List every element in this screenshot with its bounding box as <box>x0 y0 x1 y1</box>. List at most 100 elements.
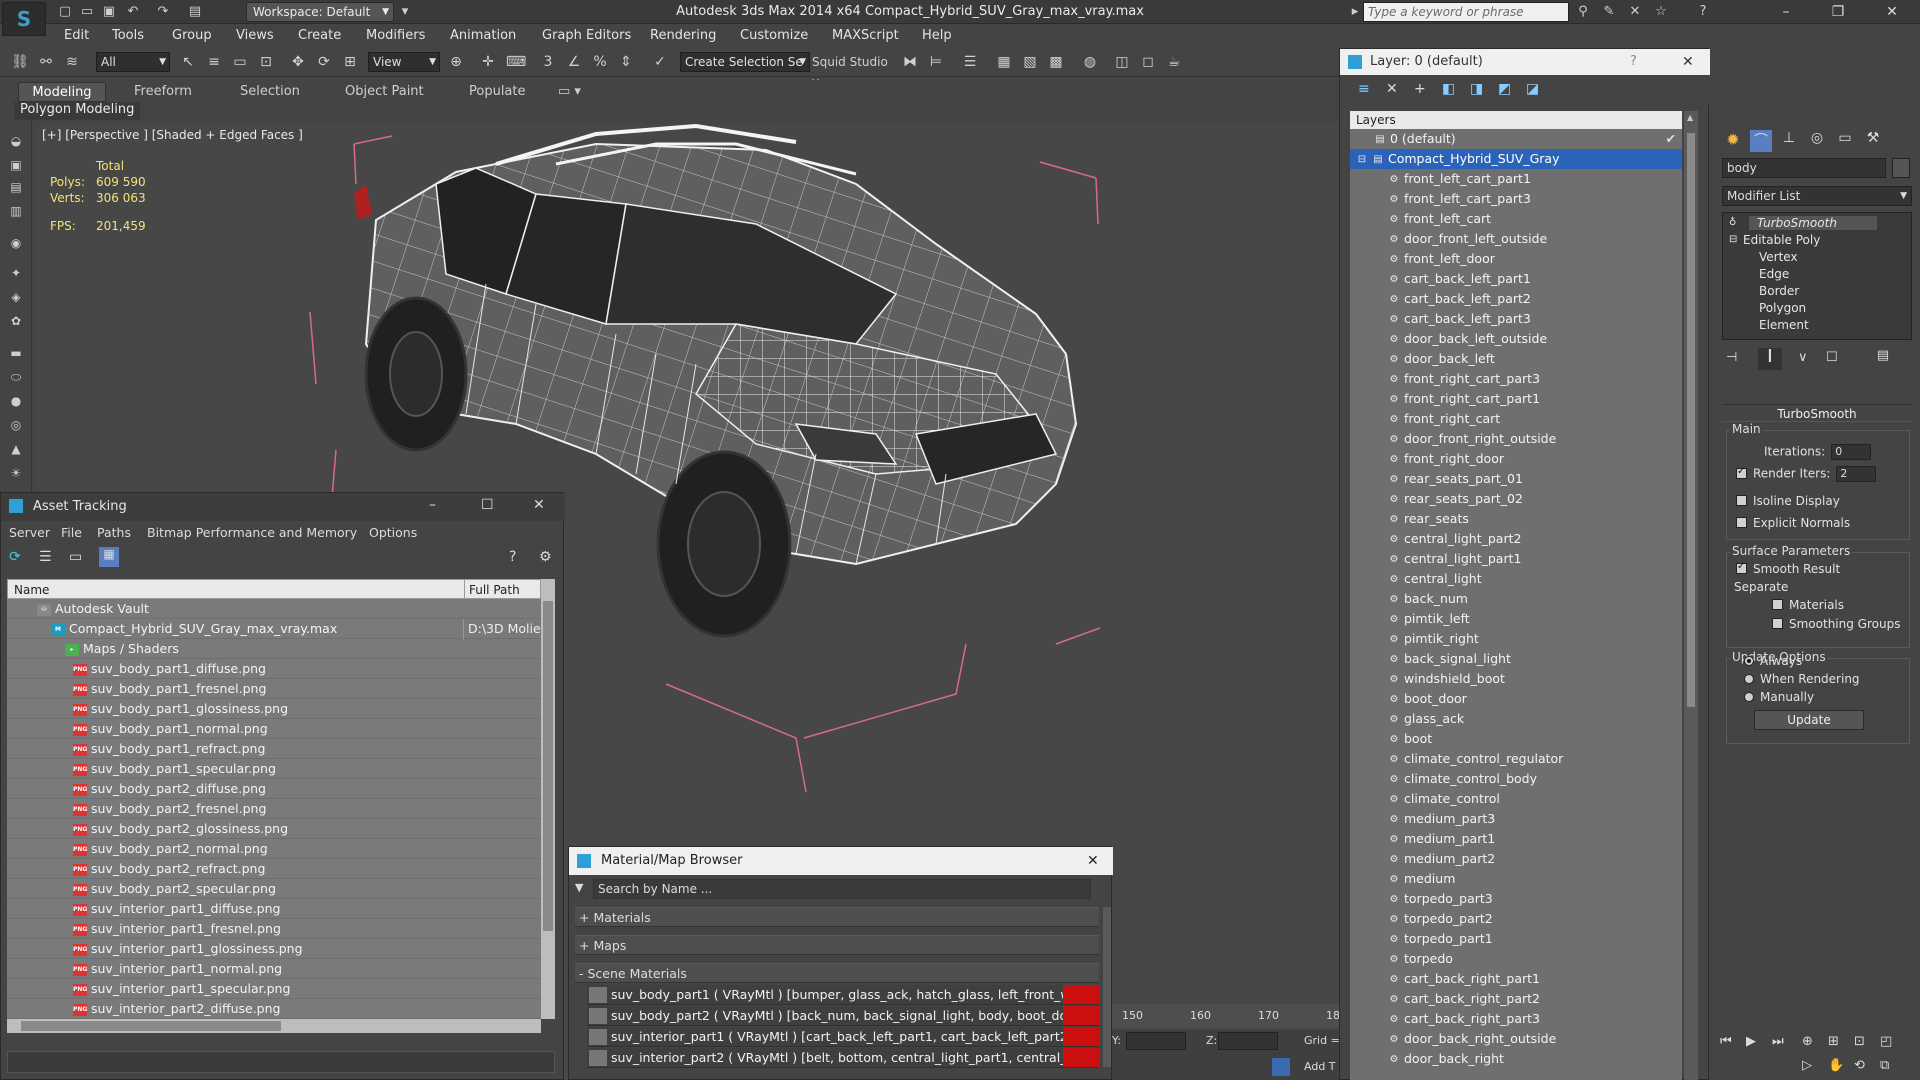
hierarchy-tab-icon[interactable]: ⊥ <box>1778 130 1800 152</box>
unlink-icon[interactable]: ⚯ <box>36 52 56 72</box>
asset-map-row[interactable]: PNG suv_body_part2_normal.png <box>7 839 541 859</box>
mb-options-icon[interactable]: ▼ <box>575 881 583 894</box>
layer-object-row[interactable]: ⚙ torpedo_part1 <box>1350 929 1682 949</box>
layer-scrollbar[interactable]: ▲ <box>1684 111 1698 1080</box>
scene-material-item[interactable]: suv_interior_part2 ( VRayMtl ) [belt, bo… <box>587 1048 1099 1068</box>
menu-modifiers[interactable]: Modifiers <box>366 28 425 43</box>
zoom-extents-icon[interactable]: ⊡ <box>1854 1034 1865 1049</box>
menu-rendering[interactable]: Rendering <box>650 28 716 43</box>
asset-map-row[interactable]: PNG suv_interior_part1_diffuse.png <box>7 899 541 919</box>
rect-selection-icon[interactable]: ▭ <box>230 52 250 72</box>
tool-icon-4[interactable]: ▥ <box>6 204 26 222</box>
layer-object-row[interactable]: ⚙ front_right_cart_part1 <box>1350 389 1682 409</box>
materials-checkbox[interactable] <box>1772 599 1783 610</box>
scene-material-item[interactable]: suv_body_part1 ( VRayMtl ) [bumper, glas… <box>587 985 1099 1005</box>
update-button[interactable]: Update <box>1754 710 1864 730</box>
render-iters-checkbox[interactable] <box>1736 466 1747 479</box>
asset-menu-paths[interactable]: Paths <box>97 525 131 540</box>
tool-icon-8[interactable]: ✿ <box>6 314 26 332</box>
menu-views[interactable]: Views <box>236 28 274 43</box>
asset-scroll-thumb[interactable] <box>543 601 553 931</box>
time-ruler[interactable]: 150 160 170 18 <box>1112 1004 1340 1028</box>
add-time-tag-label[interactable]: Add T <box>1304 1060 1336 1073</box>
layer-object-row[interactable]: ⚙ boot_door <box>1350 689 1682 709</box>
layer-object-row[interactable]: ⚙ rear_seats <box>1350 509 1682 529</box>
layer-object-row[interactable]: ⚙ boot <box>1350 729 1682 749</box>
list-view-icon[interactable]: ☰ <box>39 549 52 565</box>
asset-col-path[interactable]: Full Path <box>464 580 542 600</box>
add-to-layer-icon[interactable]: + <box>1414 81 1426 97</box>
layer-scroll-thumb[interactable] <box>1687 133 1695 707</box>
menu-help[interactable]: Help <box>922 28 952 43</box>
select-object-icon[interactable]: ↖ <box>178 52 198 72</box>
select-by-name-icon[interactable]: ≡ <box>204 52 224 72</box>
layers-column-header[interactable]: Layers <box>1350 111 1682 129</box>
menu-create[interactable]: Create <box>298 28 341 43</box>
layer-object-row[interactable]: ⚙ door_front_right_outside <box>1350 429 1682 449</box>
select-manipulate-icon[interactable]: ✛ <box>478 52 498 72</box>
undo-icon[interactable]: ↶ <box>124 3 142 21</box>
layer-object-row[interactable]: ⚙ door_back_right <box>1350 1049 1682 1069</box>
layer-object-row[interactable]: ⚙ cart_back_left_part3 <box>1350 309 1682 329</box>
smoothing-groups-row[interactable]: Smoothing Groups <box>1772 617 1900 631</box>
stack-edge[interactable]: Edge <box>1759 267 1789 281</box>
ribbon-options-icon[interactable]: ▭ ▾ <box>558 82 581 102</box>
minimize-button[interactable]: – <box>1768 2 1804 22</box>
show-end-result-icon[interactable]: ❙ <box>1758 348 1782 370</box>
delete-layer-icon[interactable]: ✕ <box>1386 81 1398 97</box>
layer-object-row[interactable]: ⚙ climate_control_body <box>1350 769 1682 789</box>
asset-map-row[interactable]: PNG suv_interior_part1_normal.png <box>7 959 541 979</box>
mb-scrollbar[interactable] <box>1103 907 1111 1067</box>
squid-studio-label[interactable]: Squid Studio v <box>812 52 892 89</box>
stack-border[interactable]: Border <box>1759 284 1799 298</box>
create-tab-icon[interactable]: ✹ <box>1722 130 1744 152</box>
material-editor-icon[interactable]: ◍ <box>1080 52 1100 72</box>
asset-map-row[interactable]: PNG suv_interior_part1_glossiness.png <box>7 939 541 959</box>
layer-object-row[interactable]: ⚙ torpedo_part3 <box>1350 889 1682 909</box>
angle-snap-icon[interactable]: ∠ <box>564 52 584 72</box>
binoculars-icon[interactable]: ⚲ <box>1574 3 1592 21</box>
asset-hscroll-thumb[interactable] <box>21 1021 281 1031</box>
stack-polygon[interactable]: Polygon <box>1759 301 1806 315</box>
materials-row[interactable]: Materials <box>1772 598 1844 612</box>
help-icon[interactable]: ? <box>1694 3 1712 21</box>
highlight-layer-icon[interactable]: ◨ <box>1470 81 1483 97</box>
cylinder-icon[interactable]: ⬭ <box>6 370 26 388</box>
when-rendering-radio[interactable] <box>1744 673 1754 684</box>
object-name-input[interactable]: body <box>1722 158 1886 178</box>
object-color-swatch[interactable] <box>1892 158 1910 178</box>
stack-editable-poly[interactable]: Editable Poly <box>1743 233 1820 247</box>
make-unique-icon[interactable]: ∨ <box>1798 350 1808 365</box>
menu-animation[interactable]: Animation <box>450 28 516 43</box>
communication-icon[interactable]: ✎ <box>1600 3 1618 21</box>
menu-maxscript[interactable]: MAXScript <box>832 28 899 43</box>
layer-object-row[interactable]: ⚙ cart_back_right_part3 <box>1350 1009 1682 1029</box>
asset-menu-server[interactable]: Server <box>9 525 50 540</box>
asset-map-row[interactable]: PNG suv_body_part1_fresnel.png <box>7 679 541 699</box>
material-search-input[interactable]: Search by Name ... <box>593 879 1091 899</box>
add-time-tag-icon[interactable] <box>1272 1058 1290 1076</box>
pin-stack-icon[interactable]: ⊣ <box>1726 350 1737 365</box>
layer-object-row[interactable]: ⚙ back_num <box>1350 589 1682 609</box>
keyboard-shortcut-icon[interactable]: ⌨ <box>506 52 526 72</box>
layer-object-row[interactable]: ⚙ central_light_part2 <box>1350 529 1682 549</box>
smoothing-groups-checkbox[interactable] <box>1772 618 1783 629</box>
layer-object-row[interactable]: ⚙ front_left_cart <box>1350 209 1682 229</box>
z-coord-input[interactable] <box>1218 1032 1278 1050</box>
favorites-star-icon[interactable]: ☆ <box>1652 3 1670 21</box>
light-bulb-icon[interactable]: ♁ <box>1729 217 1736 228</box>
asset-minimize-button[interactable]: – <box>429 497 436 513</box>
asset-map-row[interactable]: PNG suv_body_part1_refract.png <box>7 739 541 759</box>
utilities-tab-icon[interactable]: ⚒ <box>1862 130 1884 152</box>
layer-object-row[interactable]: ⚙ front_right_cart <box>1350 409 1682 429</box>
asset-menu-file[interactable]: File <box>61 525 82 540</box>
menu-group[interactable]: Group <box>172 28 212 43</box>
layer-manager-icon[interactable]: ☰ <box>960 52 980 72</box>
create-layer-icon[interactable]: ≡ <box>1358 81 1370 97</box>
iterations-spinner[interactable]: 0 <box>1831 444 1872 460</box>
rendered-frame-icon[interactable]: ◻ <box>1138 52 1158 72</box>
render-setup-icon[interactable]: ◫ <box>1112 52 1132 72</box>
asset-horizontal-scrollbar[interactable] <box>7 1019 541 1033</box>
asset-map-row[interactable]: PNG suv_body_part2_refract.png <box>7 859 541 879</box>
asset-map-row[interactable]: PNG suv_body_part1_glossiness.png <box>7 699 541 719</box>
